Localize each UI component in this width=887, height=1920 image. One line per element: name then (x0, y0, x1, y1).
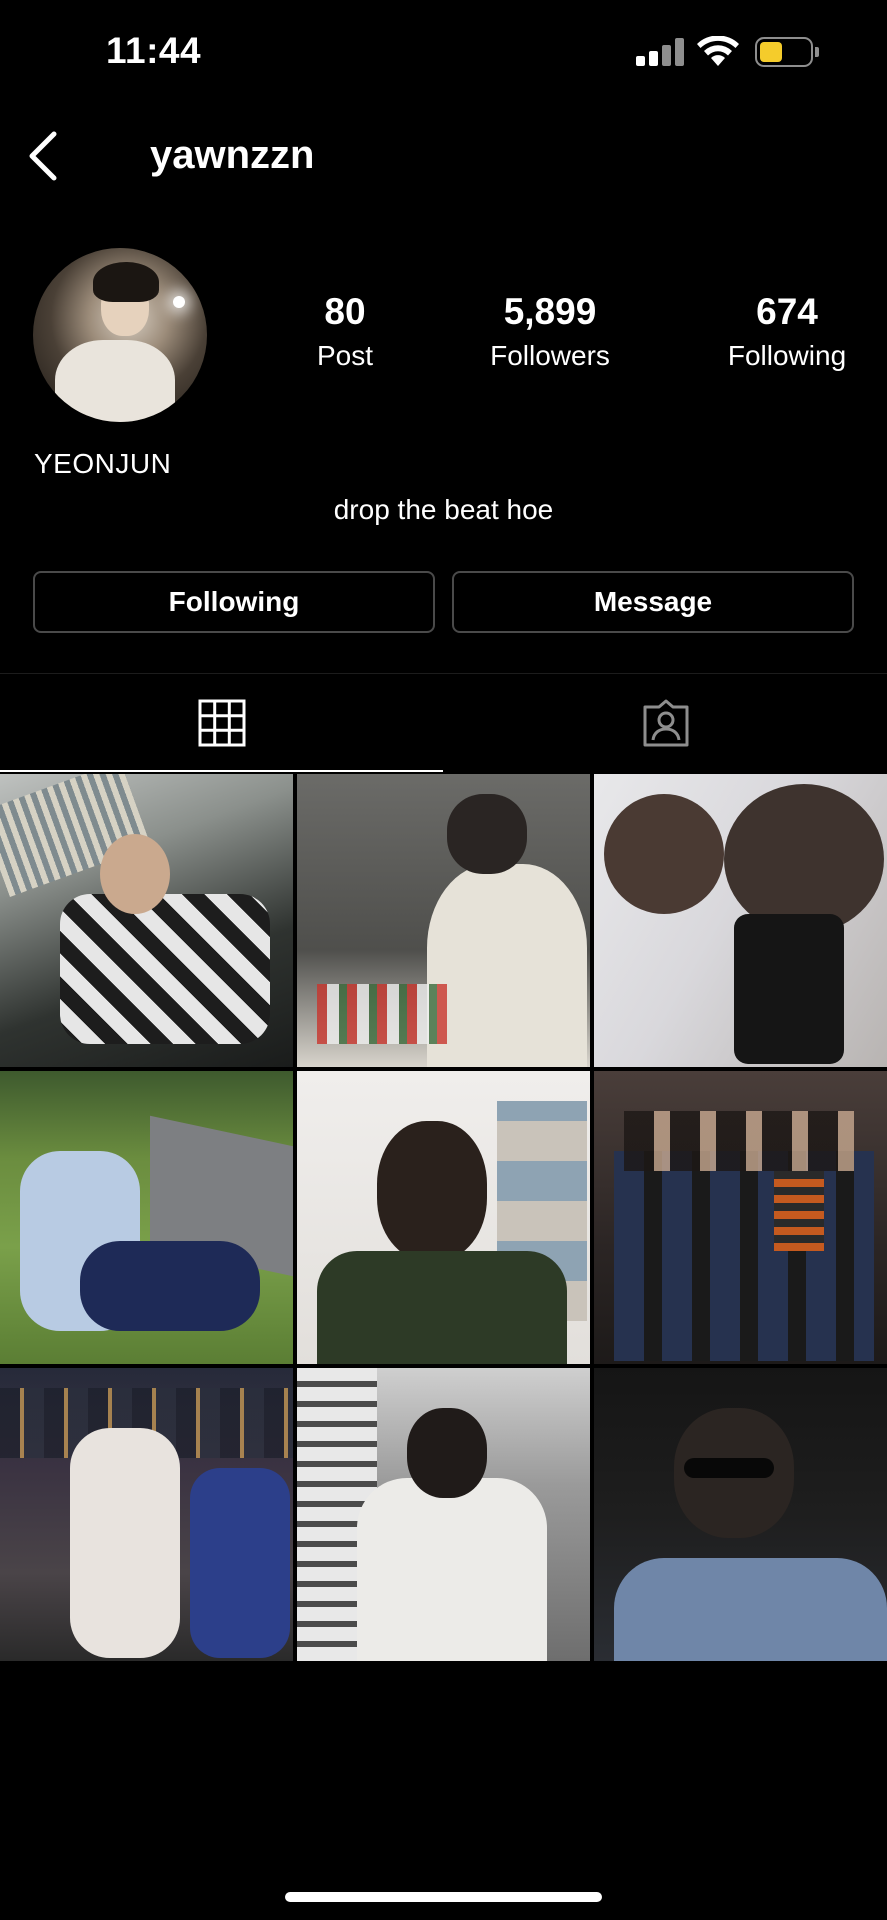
cellular-signal-icon (636, 38, 684, 66)
post-thumbnail[interactable] (297, 1071, 590, 1364)
chevron-left-icon (29, 131, 57, 181)
profile-username: yawnzzn (150, 133, 315, 177)
home-indicator[interactable] (285, 1892, 602, 1902)
posts-count: 80 Post (285, 290, 405, 376)
bio: drop the beat hoe (333, 494, 554, 525)
display-name: YEONJUN (34, 448, 172, 479)
post-thumbnail[interactable] (0, 774, 293, 1067)
post-thumbnail[interactable] (594, 774, 887, 1067)
back-button[interactable] (22, 128, 66, 184)
grid-icon (198, 699, 245, 747)
post-thumbnail[interactable] (297, 774, 590, 1067)
avatar[interactable] (33, 248, 207, 422)
following-button[interactable]: Following (33, 571, 435, 633)
posts-count-label: Post (316, 340, 374, 371)
following-count-value: 674 (756, 291, 818, 332)
following-count-label: Following (727, 340, 847, 371)
message-button[interactable]: Message (452, 571, 854, 633)
post-thumbnail[interactable] (594, 1368, 887, 1661)
tab-tagged[interactable] (444, 674, 887, 772)
post-thumbnail[interactable] (297, 1368, 590, 1661)
following-count[interactable]: 674 Following (712, 290, 862, 376)
status-bar: 11:44 (0, 0, 887, 100)
battery-icon (755, 37, 819, 67)
posts-grid (0, 774, 887, 1662)
tab-posts-grid[interactable] (0, 674, 443, 772)
post-thumbnail[interactable] (594, 1071, 887, 1364)
posts-count-value: 80 (324, 291, 366, 332)
post-thumbnail[interactable] (0, 1368, 293, 1661)
wifi-icon (697, 36, 739, 66)
active-tab-indicator (0, 770, 443, 772)
followers-count-value: 5,899 (503, 291, 597, 332)
followers-count[interactable]: 5,899 Followers (470, 290, 630, 376)
followers-count-label: Followers (490, 340, 610, 371)
post-thumbnail[interactable] (0, 1071, 293, 1364)
tagged-person-icon (643, 699, 688, 747)
status-time: 11:44 (106, 30, 202, 71)
